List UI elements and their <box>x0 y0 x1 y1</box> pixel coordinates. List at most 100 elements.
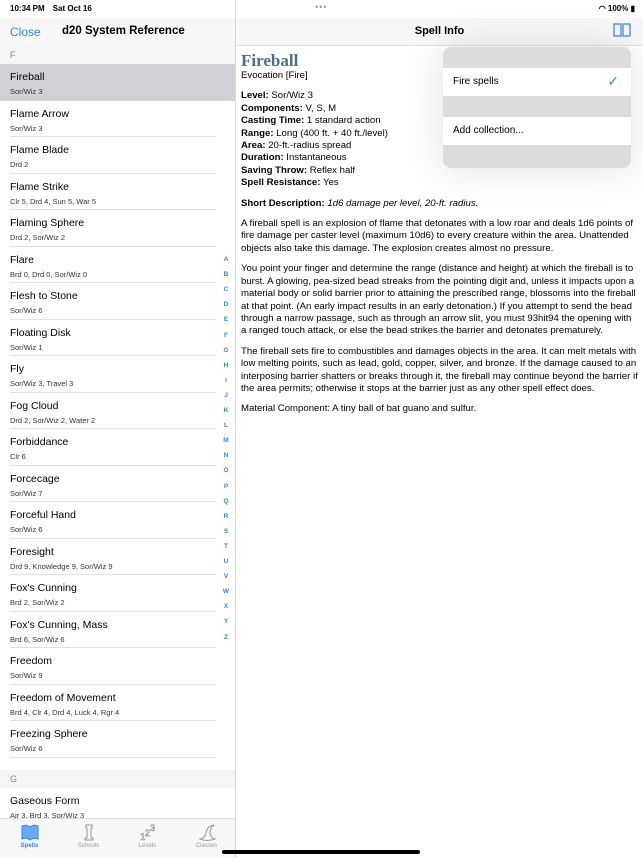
stat-value: Yes <box>320 177 339 189</box>
index-letter-j[interactable]: J <box>221 392 231 399</box>
spell-classes: Clr 6 <box>10 452 26 461</box>
spell-classes: Sor/Wiz 6 <box>10 744 43 753</box>
list-item[interactable]: Freezing Sphere Sor/Wiz 6 <box>0 721 235 758</box>
stat-value: 20-ft.-radius spread <box>265 140 352 152</box>
multitasking-dots[interactable]: ••• <box>315 2 327 12</box>
list-item[interactable]: Floating Disk Sor/Wiz 1 <box>0 320 235 356</box>
index-letter-x[interactable]: X <box>221 603 231 610</box>
list-item[interactable]: Fog Cloud Drd 2, Sor/Wiz 2, Water 2 <box>0 393 235 429</box>
index-letter-q[interactable]: Q <box>221 498 231 505</box>
short-label: Short Description: <box>241 197 325 209</box>
list-item[interactable]: Freedom of Movement Brd 4, Clr 4, Drd 4, … <box>0 685 235 721</box>
index-letter-h[interactable]: H <box>221 362 231 369</box>
tab-spells[interactable]: Spells <box>0 819 59 858</box>
stat-key: Casting Time: <box>241 115 305 127</box>
stat-value: Long (400 ft. + 40 ft./level) <box>273 127 388 139</box>
index-letter-l[interactable]: L <box>221 422 231 429</box>
index-letter-m[interactable]: M <box>221 437 231 444</box>
spell-name: Flaming Sphere <box>10 217 85 229</box>
tab-levels[interactable]: 1 2 3 Levels <box>118 819 177 858</box>
list-item[interactable]: Flare Brd 0, Drd 0, Sor/Wiz 0 <box>0 247 235 283</box>
spell-name: Fog Cloud <box>10 399 59 412</box>
list-item[interactable]: Foresight Drd 9, Knowledge 9, Sor/Wiz 9 <box>0 539 235 575</box>
index-letter-g[interactable]: G <box>221 347 231 354</box>
index-letter-i[interactable]: I <box>221 377 231 384</box>
index-letter-r[interactable]: R <box>221 513 231 520</box>
spell-name: Fireball <box>10 71 45 83</box>
index-letter-c[interactable]: C <box>221 286 231 293</box>
list-item[interactable]: Fireball Sor/Wiz 3 <box>0 64 235 101</box>
list-item[interactable]: Fox's Cunning Brd 2, Sor/Wiz 2 <box>0 575 235 612</box>
list-item[interactable]: Flesh to Stone Sor/Wiz 6 <box>0 283 235 320</box>
spell-classes: Drd 2, Sor/Wiz 2, Water 2 <box>10 415 96 425</box>
index-letter-b[interactable]: B <box>221 271 231 278</box>
section-header-f: F <box>0 46 235 64</box>
description-paragraph: A fireball spell is an explosion of flam… <box>241 218 633 254</box>
list-item[interactable]: Flame Strike Clr 5, Drd 4, Sun 5, War 5 <box>0 174 235 210</box>
list-nav-bar: Close d20 System Reference <box>0 18 235 46</box>
tower-icon <box>84 824 93 841</box>
spell-name: Foresight <box>10 545 54 558</box>
detail-nav-bar: Spell Info <box>236 18 643 46</box>
index-letter-t[interactable]: T <box>221 543 231 550</box>
list-item[interactable]: Forceful Hand Sor/Wiz 6 <box>0 502 235 539</box>
index-letter-k[interactable]: K <box>221 407 231 414</box>
nav-title: Spell Info <box>414 25 465 37</box>
spell-classes: Sor/Wiz 1 <box>10 342 43 352</box>
collections-popover: Fire spells ✓ Add collection... <box>443 47 631 168</box>
spell-classes: Brd 2, Sor/Wiz 2 <box>10 598 65 607</box>
stat-value: Reflex half <box>307 164 356 176</box>
index-letter-d[interactable]: D <box>221 301 231 308</box>
index-letter-w[interactable]: W <box>221 588 231 595</box>
index-letter-z[interactable]: Z <box>221 634 231 641</box>
date: Sat Oct 16 <box>52 4 92 13</box>
spell-classes: Sor/Wiz 3 <box>10 87 43 96</box>
close-button[interactable]: Close <box>10 25 41 39</box>
spell-classes: Sor/Wiz 7 <box>10 488 43 498</box>
status-bar: 10:34 PM Sat Oct 16 <box>10 4 100 13</box>
index-letter-s[interactable]: S <box>221 528 231 535</box>
index-letter-f[interactable]: F <box>221 332 231 339</box>
spell-name: Freezing Sphere <box>10 728 88 740</box>
spell-classes: Brd 4, Clr 4, Drd 4, Luck 4, Rgr 4 <box>10 707 120 717</box>
description-paragraph: Material Component: A tiny ball of bat g… <box>241 403 477 415</box>
collections-book-icon[interactable] <box>613 23 631 37</box>
tab-label: Classes <box>195 843 218 849</box>
stat-value: Sor/Wiz 3 <box>268 90 313 102</box>
index-letter-v[interactable]: V <box>221 573 231 580</box>
list-item[interactable]: Forcecage Sor/Wiz 7 <box>0 466 235 502</box>
index-letter-p[interactable]: P <box>221 483 231 490</box>
list-item[interactable]: Forbiddance Clr 6 <box>0 429 235 466</box>
spell-classes: Drd 9, Knowledge 9, Sor/Wiz 9 <box>10 561 113 571</box>
tab-label: Levels <box>138 843 157 849</box>
stat-key: Spell Resistance: <box>241 177 321 189</box>
battery-icon: ▮ <box>630 4 635 13</box>
stat-value: 1 standard action <box>304 115 381 127</box>
tab-schools[interactable]: Schools <box>59 819 118 858</box>
numbers-icon: 123 <box>139 823 155 842</box>
list-item[interactable]: Fox's Cunning, Mass Brd 6, Sor/Wiz 6 <box>0 612 235 648</box>
home-indicator[interactable] <box>222 850 420 854</box>
list-item[interactable]: Fly Sor/Wiz 3, Travel 3 <box>0 356 235 393</box>
index-letter-o[interactable]: O <box>221 467 231 474</box>
list-item[interactable]: Flame Arrow Sor/Wiz 3 <box>0 101 235 137</box>
index-letter-y[interactable]: Y <box>221 618 231 625</box>
spell-name: Flame Arrow <box>10 107 69 120</box>
tab-label: Schools <box>77 843 100 849</box>
index-letter-u[interactable]: U <box>221 558 231 565</box>
spell-name: Flare <box>10 253 34 266</box>
index-letter-n[interactable]: N <box>221 452 231 459</box>
index-letter-e[interactable]: E <box>221 316 231 323</box>
collection-fire-spells[interactable]: Fire spells ✓ <box>443 68 631 96</box>
list-item[interactable]: Flame Blade Drd 2 <box>0 137 235 174</box>
list-item[interactable]: Freedom Sor/Wiz 9 <box>0 648 235 685</box>
spell-name: Flame Blade <box>10 144 69 156</box>
description-paragraph: You point your finger and determine the … <box>241 263 636 337</box>
spell-name: Freedom <box>10 655 53 667</box>
description-paragraph: The fireball sets fire to combustibles a… <box>241 345 638 394</box>
index-letter-a[interactable]: A <box>221 256 231 263</box>
spell-name: Floating Disk <box>10 326 71 339</box>
add-collection-button[interactable]: Add collection... <box>443 117 631 145</box>
list-item[interactable]: Flaming Sphere Drd 2, Sor/Wiz 2 <box>0 210 235 247</box>
checkmark-icon: ✓ <box>607 73 619 89</box>
